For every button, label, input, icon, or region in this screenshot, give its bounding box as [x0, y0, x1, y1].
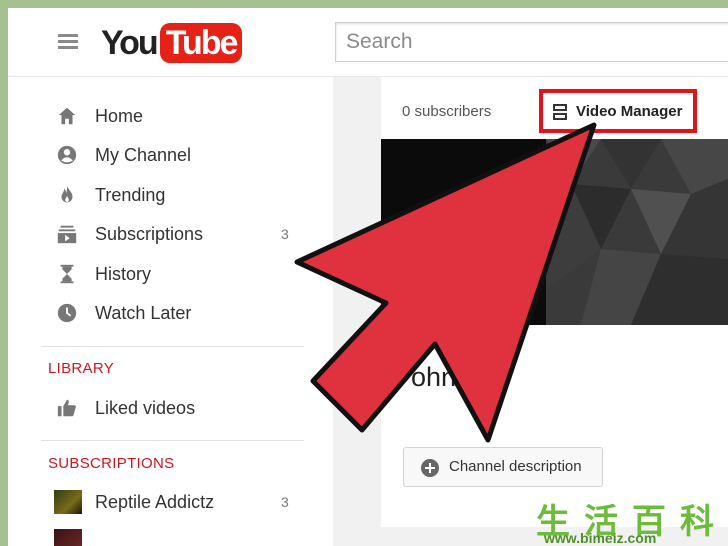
subscriptions-heading: SUBSCRIPTIONS [48, 455, 175, 472]
sidebar-item-history[interactable]: History [8, 255, 333, 293]
home-icon [58, 107, 76, 125]
sidebar-item-trending[interactable]: Trending [8, 176, 333, 214]
sidebar-item-home[interactable]: Home [8, 97, 333, 135]
watermark-url: www.bimeiz.com [544, 530, 657, 546]
sidebar-divider [41, 346, 304, 347]
add-icon [421, 459, 439, 477]
video-manager-icon [553, 104, 567, 120]
video-manager-button[interactable]: Video Manager [539, 89, 697, 133]
sidebar-item-watch-later[interactable]: Watch Later [8, 294, 333, 332]
sidebar-item-label: Home [95, 106, 144, 126]
sidebar-item-label: History [95, 264, 152, 284]
channel-avatar [54, 529, 82, 546]
logo-you: You [101, 23, 159, 62]
menu-icon[interactable] [58, 34, 78, 50]
channel-avatar [54, 490, 82, 514]
sidebar-item-subscription[interactable] [8, 523, 333, 546]
content-gutter [333, 77, 381, 546]
app-window: You Tube Search Home My Channel Trending… [8, 8, 728, 546]
sidebar-item-label: Trending [95, 185, 166, 205]
account-icon [57, 145, 77, 165]
subscriptions-count: 3 [281, 226, 289, 242]
video-manager-label: Video Manager [576, 103, 683, 120]
channel-name: ohn th [411, 362, 487, 392]
channel-banner [381, 139, 728, 325]
sidebar-item-label: Watch Later [95, 303, 192, 323]
thumbs-up-icon [57, 399, 76, 417]
library-heading: LIBRARY [48, 360, 115, 377]
banner-pattern [546, 139, 728, 325]
search-input[interactable]: Search [335, 22, 728, 62]
top-bar: You Tube Search [8, 8, 728, 77]
search-placeholder: Search [346, 30, 413, 53]
sidebar-item-label: My Channel [95, 145, 192, 165]
channel-main: 0 subscribers Video Manager ohn th Chann… [381, 77, 728, 546]
channel-description-label: Channel description [449, 458, 582, 475]
sidebar-item-my-channel[interactable]: My Channel [8, 136, 333, 174]
clock-icon [57, 303, 77, 323]
sidebar-item-reptile-addictz[interactable]: Reptile Addictz 3 [8, 483, 333, 521]
subscriber-count: 0 subscribers [402, 103, 492, 120]
sidebar: Home My Channel Trending Subscriptions 3… [8, 77, 333, 546]
channel-description-button[interactable]: Channel description [403, 447, 603, 487]
flame-icon [61, 185, 73, 203]
sidebar-item-label: Liked videos [95, 398, 196, 418]
subscriptions-icon [57, 225, 77, 244]
subscription-count: 3 [281, 494, 289, 510]
youtube-logo[interactable]: You Tube [101, 23, 243, 63]
sidebar-item-label: Reptile Addictz [95, 492, 215, 512]
watermark: 生活百科 www.bimeiz.com [536, 494, 728, 546]
sidebar-item-label: Subscriptions [95, 224, 204, 244]
logo-tube: Tube [159, 23, 243, 63]
sidebar-item-subscriptions[interactable]: Subscriptions 3 [8, 215, 333, 253]
sidebar-item-liked-videos[interactable]: Liked videos [8, 389, 333, 427]
hourglass-icon [60, 264, 74, 284]
sidebar-divider [41, 440, 304, 441]
